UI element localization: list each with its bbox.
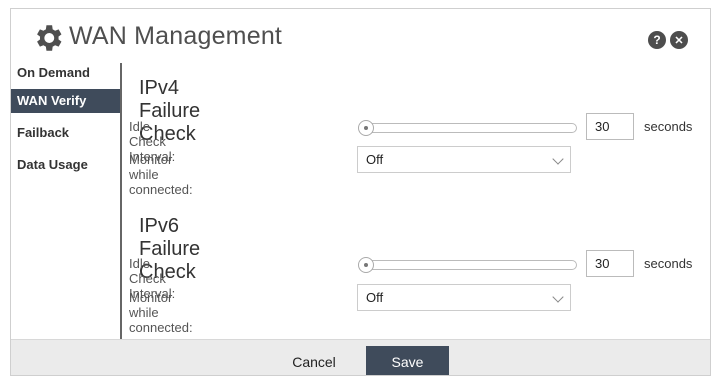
chevron-down-icon <box>552 291 564 303</box>
ipv6-idle-input[interactable] <box>586 250 634 277</box>
ipv4-monitor-select[interactable]: Off <box>357 146 571 173</box>
dialog-header: WAN Management ? ✕ <box>11 9 710 59</box>
ipv6-monitor-value: Off <box>366 290 384 305</box>
ipv4-idle-slider-thumb[interactable] <box>358 120 374 136</box>
ipv6-idle-slider[interactable] <box>358 257 577 273</box>
chevron-down-icon <box>552 153 564 165</box>
close-icon: ✕ <box>674 34 684 47</box>
ipv6-idle-slider-thumb[interactable] <box>358 257 374 273</box>
sidebar-item-failback[interactable]: Failback <box>11 121 120 145</box>
ipv4-idle-unit: seconds <box>644 119 693 134</box>
sidebar-item-wan-verify[interactable]: WAN Verify <box>11 89 120 113</box>
page-title: WAN Management <box>69 22 283 50</box>
ipv4-idle-input[interactable] <box>586 113 634 140</box>
dialog-footer: Cancel Save <box>11 339 710 375</box>
save-button[interactable]: Save <box>366 346 449 375</box>
ipv6-monitor-label: Monitor while connected: <box>129 290 193 335</box>
sidebar-item-on-demand[interactable]: On Demand <box>11 63 120 85</box>
ipv4-idle-slider[interactable] <box>358 120 577 136</box>
sidebar: On Demand WAN Verify Failback Data Usage <box>11 63 122 339</box>
sidebar-item-data-usage[interactable]: Data Usage <box>11 153 120 177</box>
close-button[interactable]: ✕ <box>670 31 688 49</box>
ipv6-monitor-select[interactable]: Off <box>357 284 571 311</box>
wan-management-dialog: WAN Management ? ✕ On Demand WAN Verify … <box>10 8 711 376</box>
help-button[interactable]: ? <box>648 31 666 49</box>
ipv4-monitor-value: Off <box>366 152 384 167</box>
ipv6-idle-unit: seconds <box>644 256 693 271</box>
gear-icon <box>37 25 62 51</box>
cancel-button[interactable]: Cancel <box>279 346 349 375</box>
ipv4-monitor-label: Monitor while connected: <box>129 152 193 197</box>
help-icon: ? <box>653 33 661 47</box>
